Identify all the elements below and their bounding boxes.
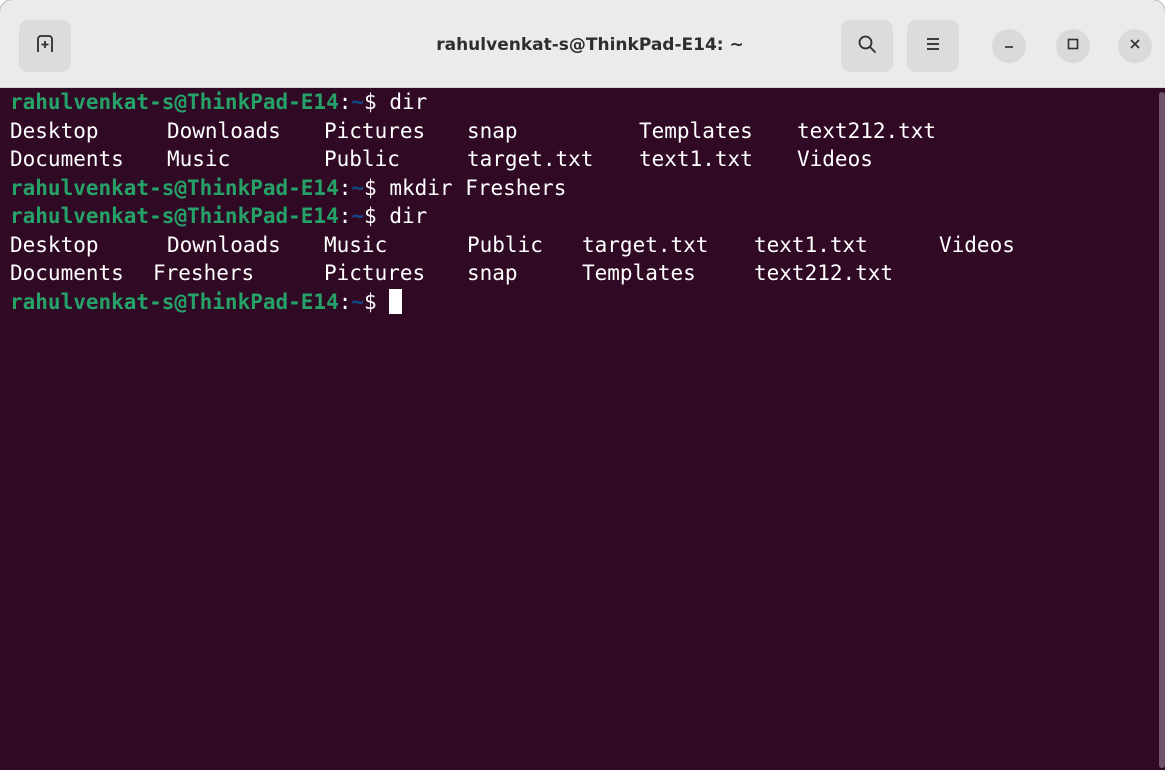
directory-entry: text212.txt — [754, 261, 894, 285]
directory-entry: Downloads — [167, 118, 281, 143]
search-icon — [856, 33, 878, 60]
prompt-symbol: $ — [364, 204, 390, 228]
menu-button[interactable] — [907, 20, 959, 72]
directory-entry: Downloads — [167, 232, 281, 257]
search-button[interactable] — [841, 20, 893, 72]
directory-entry: snap — [467, 261, 518, 285]
terminal-area[interactable]: rahulvenkat-s@ThinkPad-E14:~$ dir Desktop… — [0, 88, 1165, 770]
prompt-path: ~ — [351, 175, 365, 200]
minimize-icon — [1002, 37, 1016, 56]
prompt-user-host: rahulvenkat-s@ThinkPad-E14 — [10, 289, 339, 314]
prompt-user-host: rahulvenkat-s@ThinkPad-E14 — [10, 204, 339, 228]
prompt-symbol: $ — [364, 90, 390, 114]
prompt-line: rahulvenkat-s@ThinkPad-E14:~$ mkdir Fres… — [10, 174, 1165, 203]
prompt-user-host: rahulvenkat-s@ThinkPad-E14 — [10, 175, 339, 200]
command-text: mkdir Freshers — [389, 175, 567, 200]
prompt-user-host: rahulvenkat-s@ThinkPad-E14 — [10, 90, 339, 114]
maximize-icon — [1066, 37, 1080, 56]
directory-entry: text212.txt — [797, 118, 937, 143]
directory-entry: target.txt — [467, 147, 594, 171]
close-icon — [1128, 37, 1142, 56]
directory-entry: text1.txt — [754, 232, 868, 257]
directory-entry: Videos — [797, 147, 873, 171]
prompt-symbol: $ — [364, 175, 390, 200]
minimize-button[interactable] — [992, 29, 1026, 63]
close-button[interactable] — [1118, 29, 1152, 63]
directory-entry: Music — [324, 232, 388, 257]
prompt-line: rahulvenkat-s@ThinkPad-E14:~$ — [10, 288, 1165, 317]
directory-entry: Documents — [10, 261, 124, 285]
text-cursor — [389, 288, 403, 314]
output-line: Desktop Downloads Music Public target.txt tex… — [10, 231, 1165, 260]
directory-entry: text1.txt — [639, 147, 753, 171]
maximize-button[interactable] — [1056, 29, 1090, 63]
directory-entry: Music — [167, 147, 231, 171]
scrollbar[interactable] — [1159, 92, 1165, 768]
header-bar: rahulvenkat-s@ThinkPad-E14: ~ — [0, 0, 1165, 88]
prompt-path: ~ — [351, 204, 365, 228]
terminal-window: rahulvenkat-s@ThinkPad-E14: ~ rahulvenka… — [0, 0, 1165, 770]
prompt-separator: : — [338, 90, 352, 114]
prompt-symbol: $ — [364, 289, 390, 314]
prompt-separator: : — [338, 204, 352, 228]
window-title: rahulvenkat-s@ThinkPad-E14: ~ — [436, 35, 744, 55]
output-line: Documents Freshers Pictures snap Templates te… — [10, 259, 1165, 288]
directory-entry: Public — [324, 147, 400, 171]
new-tab-icon — [34, 33, 56, 60]
directory-entry: Desktop — [10, 118, 99, 143]
directory-entry: Pictures — [324, 261, 426, 285]
new-tab-button[interactable] — [19, 20, 71, 72]
directory-entry: Freshers — [153, 261, 255, 285]
directory-entry: target.txt — [582, 232, 709, 257]
hamburger-menu-icon — [922, 33, 944, 60]
output-line: Desktop Downloads Pictures snap Templates tex… — [10, 117, 1165, 146]
directory-entry: Documents — [10, 147, 124, 171]
directory-entry: Templates — [639, 118, 753, 143]
output-line: Documents Music Public target.txt text1.txt V… — [10, 145, 1165, 174]
prompt-line: rahulvenkat-s@ThinkPad-E14:~$ dir — [10, 202, 1165, 231]
prompt-path: ~ — [351, 289, 365, 314]
directory-entry: Videos — [939, 232, 1015, 257]
directory-entry: Pictures — [324, 118, 426, 143]
prompt-path: ~ — [351, 90, 365, 114]
directory-entry: Desktop — [10, 232, 99, 257]
prompt-separator: : — [338, 289, 352, 314]
directory-entry: Templates — [582, 261, 696, 285]
command-text: dir — [389, 204, 428, 228]
directory-entry: Public — [467, 232, 543, 257]
prompt-separator: : — [338, 175, 352, 200]
prompt-line: rahulvenkat-s@ThinkPad-E14:~$ dir — [10, 88, 1165, 117]
command-text: dir — [389, 90, 428, 114]
directory-entry: snap — [467, 118, 518, 143]
